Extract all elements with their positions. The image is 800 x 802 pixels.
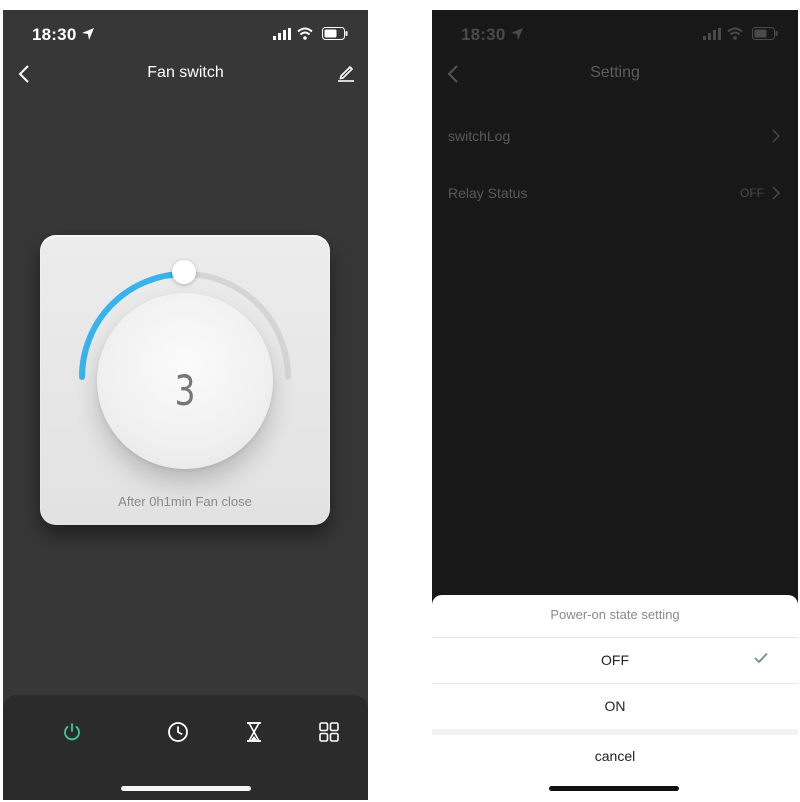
location-arrow-icon [511,28,523,40]
hourglass-icon[interactable] [242,720,266,744]
sheet-title: Power-on state setting [550,607,680,622]
row-label: Relay Status [448,185,528,201]
home-indicator [549,786,679,791]
bottom-tab-bar [3,695,368,800]
page-title: Setting [590,64,640,81]
timer-caption: After 0h1min Fan close [118,494,252,509]
status-bar: 18:30 [432,10,798,56]
top-nav: Fan switch [3,56,368,92]
dial-handle[interactable] [172,260,196,284]
sheet-spacer [432,729,798,735]
signal-icon [703,28,721,40]
power-icon[interactable] [60,720,84,744]
home-indicator [121,786,251,791]
row-label: switchLog [448,128,511,144]
option-on[interactable]: ON [432,684,798,728]
status-time: 18:30 [32,25,77,44]
wifi-icon [297,27,313,40]
signal-icon [273,28,291,40]
power-on-state-sheet: Power-on state setting OFF ON cancel [432,595,798,800]
top-nav: Setting [432,56,798,92]
option-off[interactable]: OFF [432,638,798,682]
fan-speed-value: 3 [174,366,196,415]
settings-row-switchlog[interactable]: switchLog [432,116,798,156]
grid-icon[interactable] [317,720,341,744]
chevron-right-icon [772,186,780,200]
page-title: Fan switch [147,64,224,81]
edit-icon[interactable] [336,62,356,82]
setting-screen: 18:30 Setting switchLog Relay Status OFF… [432,10,798,800]
battery-icon [752,27,778,40]
row-value: OFF [740,186,764,200]
settings-row-relay-status[interactable]: Relay Status OFF [432,173,798,213]
battery-icon [322,27,348,40]
check-icon [754,652,768,664]
location-arrow-icon [82,28,94,40]
status-time: 18:30 [461,25,506,44]
clock-icon[interactable] [166,720,190,744]
cancel-button[interactable]: cancel [432,736,798,776]
chevron-right-icon [772,129,780,143]
fan-switch-screen: 18:30 Fan switch 3 After 0h1min Fan clos… [3,10,368,800]
fan-dial-card: 3 After 0h1min Fan close [40,235,330,525]
wifi-icon [727,27,743,40]
status-bar: 18:30 [3,10,368,56]
